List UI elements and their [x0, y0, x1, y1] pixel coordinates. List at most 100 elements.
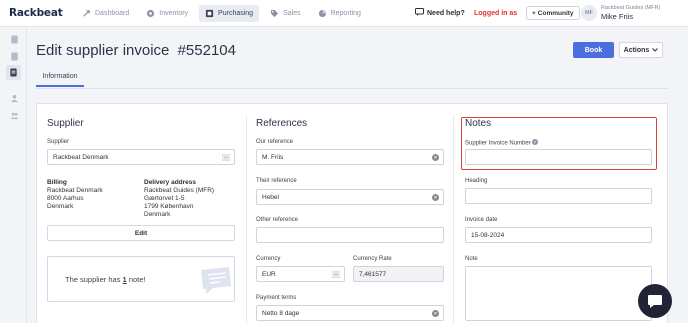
nav-inventory-label: Inventory — [159, 10, 189, 17]
sidebar-order-icon[interactable] — [8, 50, 20, 62]
note-label: Note — [465, 256, 478, 262]
purchase-icon — [205, 9, 214, 18]
tag-icon — [270, 9, 279, 18]
our-reference-label: Our reference — [256, 139, 294, 145]
supplier-label: Supplier — [47, 139, 70, 145]
currency-label: Currency — [256, 256, 281, 262]
supplier-note-text: The supplier has 1 note! — [65, 275, 146, 284]
billing-line: 8000 Aarhus — [47, 195, 84, 202]
note-count: 1 — [122, 275, 127, 284]
heading-label: Heading — [465, 178, 488, 184]
invoice-date-input[interactable]: 15-08-2024 — [465, 227, 652, 243]
column-divider — [453, 116, 454, 323]
user-organization: Rackbeat Guides (MFR) — [601, 5, 661, 11]
box-icon — [146, 9, 155, 18]
other-reference-label: Other reference — [256, 217, 299, 223]
plus-icon: + — [532, 9, 536, 17]
pie-chart-icon — [318, 9, 327, 18]
clear-icon[interactable]: ✕ — [432, 154, 439, 161]
delivery-line: Denmark — [144, 211, 171, 218]
nav-purchasing-label: Purchasing — [218, 10, 254, 17]
invoice-number: #552104 — [177, 42, 236, 59]
edit-address-button[interactable]: Edit — [47, 225, 235, 241]
billing-line: Rackbeat Denmark — [47, 187, 103, 194]
rocket-icon — [82, 9, 91, 18]
help-label: Need help? — [427, 9, 465, 17]
delivery-line: 1799 København — [144, 203, 194, 210]
heading-input[interactable] — [465, 188, 652, 204]
chat-icon — [648, 294, 662, 308]
nav-reporting[interactable]: Reporting — [312, 5, 367, 22]
supplier-note-box[interactable]: The supplier has 1 note! — [47, 256, 235, 302]
actions-label: Actions — [623, 46, 650, 54]
chat-widget-button[interactable] — [638, 284, 672, 318]
invoice-date-label: Invoice date — [465, 217, 498, 223]
community-label: Community — [537, 9, 574, 17]
currency-rate-label: Currency Rate — [353, 256, 392, 262]
supplier-invoice-number-input[interactable] — [465, 149, 652, 165]
clear-icon[interactable]: ✕ — [432, 310, 439, 317]
note-prefix: The supplier has — [65, 275, 121, 284]
note-textarea[interactable] — [465, 266, 652, 321]
sidebar-invoice-icon[interactable] — [6, 65, 21, 80]
their-reference-label: Their reference — [256, 178, 297, 184]
supplier-invoice-number-label: Supplier Invoice Number? — [465, 139, 538, 147]
our-reference-value: M. Friis — [262, 153, 284, 161]
nav-sales-label: Sales — [283, 10, 301, 17]
their-reference-value: Hebel — [262, 193, 279, 201]
chat-bubble-icon — [415, 8, 424, 18]
column-divider — [246, 116, 247, 323]
community-button[interactable]: + Community — [526, 6, 580, 20]
main-nav: Dashboard Inventory Purchasing Sales Rep… — [76, 5, 372, 22]
billing-line: Denmark — [47, 203, 74, 210]
nav-inventory[interactable]: Inventory — [140, 5, 194, 22]
page-title-text: Edit supplier invoice — [36, 42, 170, 59]
left-sidebar: › — [0, 28, 27, 323]
user-name[interactable]: Mike Friis — [601, 12, 633, 21]
actions-dropdown[interactable]: Actions — [619, 42, 663, 58]
their-reference-input[interactable]: Hebel ✕ — [256, 189, 444, 205]
billing-title: Billing — [47, 179, 67, 186]
supplier-section-title: Supplier — [47, 118, 84, 129]
note-suffix: note! — [128, 275, 146, 284]
nav-purchasing[interactable]: Purchasing — [199, 5, 260, 22]
payment-terms-select[interactable]: Netto 8 dage ✕ — [256, 305, 444, 321]
nav-sales[interactable]: Sales — [264, 5, 307, 22]
supplier-value: Rackbeat Denmark — [53, 153, 109, 161]
references-section-title: References — [256, 118, 308, 129]
invoice-form-card: Supplier Supplier Rackbeat Denmark Billi… — [36, 103, 668, 323]
sidebar-document-icon[interactable] — [8, 33, 20, 45]
currency-rate-value: 7,461577 — [359, 270, 387, 278]
rackbeat-logo[interactable]: Rackbeat — [9, 7, 63, 19]
sidebar-contacts-icon[interactable] — [8, 109, 20, 121]
list-icon — [221, 153, 231, 162]
payment-terms-label: Payment terms — [256, 295, 297, 301]
currency-select[interactable]: EUR — [256, 266, 345, 282]
delivery-line: Rackbeat Guides (MFR) — [144, 187, 215, 194]
tab-information[interactable]: Information — [36, 67, 84, 87]
chevron-down-icon — [652, 47, 659, 54]
avatar[interactable]: MF — [581, 5, 597, 21]
logged-in-as-label: Logged in as — [474, 10, 518, 17]
tab-divider — [36, 88, 668, 89]
sidebar-supplier-icon[interactable] — [8, 92, 20, 104]
clear-icon[interactable]: ✕ — [432, 194, 439, 201]
supplier-select[interactable]: Rackbeat Denmark — [47, 149, 235, 165]
book-button[interactable]: Book — [573, 42, 614, 58]
delivery-title: Delivery address — [144, 179, 197, 186]
currency-value: EUR — [262, 270, 276, 278]
supplier-invoice-number-label-text: Supplier Invoice Number — [465, 140, 531, 147]
currency-rate-field: 7,461577 — [353, 266, 444, 282]
info-icon[interactable]: ? — [531, 139, 538, 145]
note-bubble-icon — [201, 267, 231, 294]
our-reference-input[interactable]: M. Friis ✕ — [256, 149, 444, 165]
invoice-date-value: 15-08-2024 — [471, 231, 505, 239]
notes-section-title: Notes — [465, 118, 492, 129]
help-link[interactable]: Need help? — [415, 8, 465, 18]
nav-dashboard[interactable]: Dashboard — [76, 5, 135, 22]
other-reference-input[interactable] — [256, 227, 444, 243]
list-icon — [331, 270, 341, 279]
payment-terms-value: Netto 8 dage — [262, 309, 300, 317]
nav-reporting-label: Reporting — [330, 10, 361, 17]
nav-dashboard-label: Dashboard — [95, 10, 130, 17]
